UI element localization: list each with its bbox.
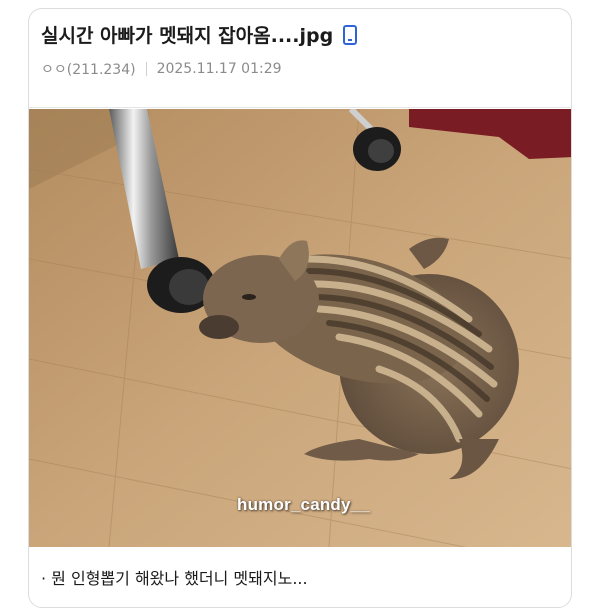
post-title-text: 실시간 아빠가 멧돼지 잡아옴....jpg	[41, 25, 334, 47]
post-title[interactable]: 실시간 아빠가 멧돼지 잡아옴....jpg	[41, 21, 358, 48]
post-card: 실시간 아빠가 멧돼지 잡아옴....jpg ㅇㅇ(211.234) 2025.…	[28, 8, 572, 608]
mobile-phone-icon	[343, 24, 358, 45]
header-divider	[29, 107, 571, 108]
post-photo[interactable]: humor_candy__	[29, 109, 571, 547]
post-date: 2025.11.17 01:29	[156, 61, 282, 77]
photo-watermark: humor_candy__	[237, 495, 370, 514]
post-header: 실시간 아빠가 멧돼지 잡아옴....jpg ㅇㅇ(211.234) 2025.…	[29, 9, 571, 107]
photo-illustration	[29, 109, 571, 547]
post-caption: · 뭔 인형뽑기 해왔나 했더니 멧돼지노...	[41, 569, 308, 588]
post-author[interactable]: ㅇㅇ(211.234)	[41, 59, 136, 79]
post-meta: ㅇㅇ(211.234) 2025.11.17 01:29	[41, 59, 282, 79]
meta-divider	[145, 62, 147, 76]
